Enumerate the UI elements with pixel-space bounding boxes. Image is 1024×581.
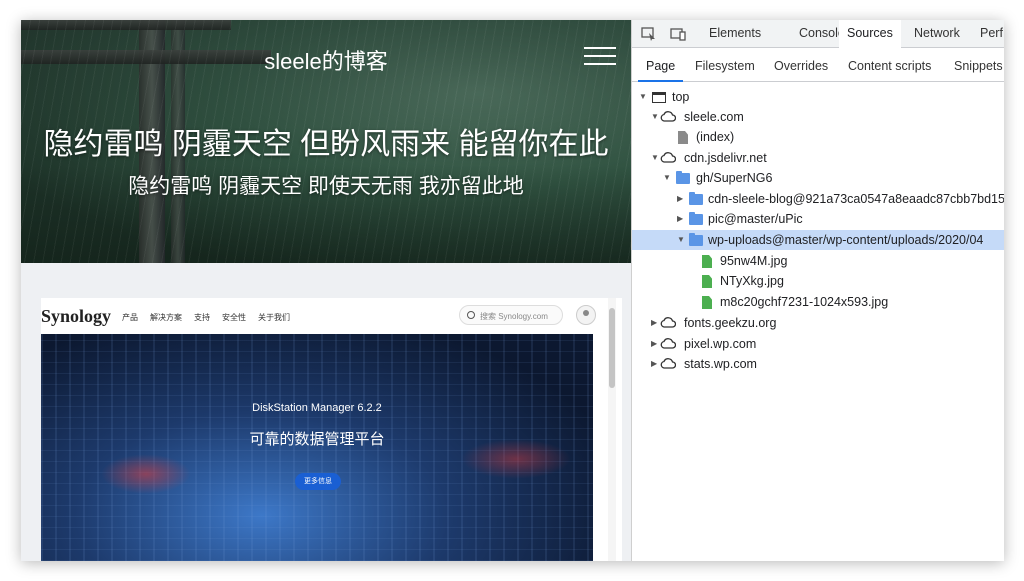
expanded-arrow-icon[interactable]: ▼ [639,87,647,107]
tree-item-image[interactable]: m8c20gchf7231-1024x593.jpg [632,292,1004,312]
synology-logo[interactable]: Synology [41,306,111,327]
frame-icon [652,92,666,103]
tree-item-label: pic@master/uPic [708,212,803,226]
tree-item-domain[interactable]: ▶ fonts.geekzu.org [632,313,1004,333]
tree-item-label: m8c20gchf7231-1024x593.jpg [720,295,889,309]
tab-elements[interactable]: Elements [698,20,772,48]
search-placeholder: 搜索 Synology.com [480,312,548,321]
folder-icon [689,233,703,246]
subtab-content-scripts[interactable]: Content scripts [848,49,931,82]
tree-item-label: stats.wp.com [684,357,757,371]
collapsed-arrow-icon[interactable]: ▶ [651,313,659,333]
tree-item-folder[interactable]: ▼ gh/SuperNG6 [632,168,1004,188]
tree-item-label: (index) [696,130,735,144]
synology-nav-item[interactable]: 安全性 [222,312,246,323]
tree-item-file[interactable]: (index) [632,127,1004,147]
subtab-filesystem[interactable]: Filesystem [695,49,755,82]
collapsed-arrow-icon[interactable]: ▶ [677,189,685,209]
hero-headline: 隐约雷鸣 阴霾天空 但盼风雨来 能留你在此 [43,128,609,161]
expanded-arrow-icon[interactable]: ▼ [651,148,659,168]
collapsed-arrow-icon[interactable]: ▶ [651,334,659,354]
hamburger-menu-icon[interactable] [584,47,616,65]
tree-item-domain[interactable]: ▼ sleele.com [632,107,1004,127]
more-info-button[interactable]: 更多信息 [295,473,341,490]
cloud-icon [660,338,676,349]
synology-nav-item[interactable]: 关于我们 [258,312,290,323]
tab-network[interactable]: Network [914,20,960,48]
screenshot-frame: sleele的博客 隐约雷鸣 阴霾天空 但盼风雨来 能留你在此 隐约雷鸣 阴霾天… [21,20,1004,561]
subtab-snippets[interactable]: Snippets [954,49,1003,82]
tree-item-label: top [672,90,690,104]
synology-search-input[interactable]: 搜索 Synology.com [459,305,563,325]
devtools-toolbar: Elements Console Sources Network Perf [632,20,1004,48]
device-toolbar-icon[interactable] [670,27,686,41]
tree-item-label: wp-uploads@master/wp-content/uploads/202… [708,233,984,247]
page-viewport: sleele的博客 隐约雷鸣 阴霾天空 但盼风雨来 能留你在此 隐约雷鸣 阴霾天… [21,20,631,561]
scrollbar-thumb[interactable] [609,308,615,388]
cloud-icon [660,317,676,328]
tree-item-domain[interactable]: ▶ stats.wp.com [632,354,1004,374]
tab-performance[interactable]: Perf [980,20,1003,48]
collapsed-arrow-icon[interactable]: ▶ [651,354,659,374]
folder-icon [689,212,703,225]
file-icon [678,131,688,144]
synology-navbar: Synology 产品 解决方案 支持 安全性 关于我们 搜索 Synology… [41,298,622,334]
synology-nav-links: 产品 解决方案 支持 安全性 关于我们 [122,312,290,323]
inspect-element-icon[interactable] [641,27,657,41]
tree-item-domain[interactable]: ▼ cdn.jsdelivr.net [632,148,1004,168]
tree-item-folder[interactable]: ▶ cdn-sleele-blog@921a73ca0547a8eaadc87c… [632,189,1004,209]
tree-item-label: fonts.geekzu.org [684,316,777,330]
tree-item-folder[interactable]: ▶ pic@master/uPic [632,209,1004,229]
synology-nav-item[interactable]: 支持 [194,312,210,323]
tree-item-label: NTyXkg.jpg [720,274,784,288]
search-icon [467,311,475,319]
blog-hero: sleele的博客 隐约雷鸣 阴霾天空 但盼风雨来 能留你在此 隐约雷鸣 阴霾天… [21,20,631,263]
user-avatar-icon[interactable] [576,305,596,325]
tree-item-image[interactable]: 95nw4M.jpg [632,251,1004,271]
cloud-icon [660,358,676,369]
synology-screenshot: Synology 产品 解决方案 支持 安全性 关于我们 搜索 Synology… [41,298,622,561]
tree-item-image[interactable]: NTyXkg.jpg [632,271,1004,291]
folder-icon [676,171,690,184]
image-file-icon [702,296,712,309]
synology-nav-item[interactable]: 产品 [122,312,138,323]
folder-icon [689,192,703,205]
tree-item-folder-selected[interactable]: ▼ wp-uploads@master/wp-content/uploads/2… [632,230,1004,250]
tree-item-top[interactable]: ▼ top [632,87,1004,107]
expanded-arrow-icon[interactable]: ▼ [663,168,671,188]
expanded-arrow-icon[interactable]: ▼ [651,107,659,127]
hero-subheadline: 隐约雷鸣 阴霾天空 即使天无雨 我亦留此地 [128,175,524,198]
tree-item-label: 95nw4M.jpg [720,254,788,268]
banner-glow [101,454,191,494]
expanded-arrow-icon[interactable]: ▼ [677,230,685,250]
product-name: DiskStation Manager 6.2.2 [252,402,382,414]
scrollbar[interactable] [608,298,616,561]
image-file-icon [702,255,712,268]
subtab-page[interactable]: Page [638,49,684,82]
tree-item-label: sleele.com [684,110,744,124]
tree-item-label: cdn.jsdelivr.net [684,151,767,165]
cloud-icon [660,152,676,163]
synology-nav-item[interactable]: 解决方案 [150,312,182,323]
tree-item-domain[interactable]: ▶ pixel.wp.com [632,334,1004,354]
blog-title[interactable]: sleele的博客 [21,44,631,76]
tree-item-label: pixel.wp.com [684,337,757,351]
product-slogan: 可靠的数据管理平台 [249,431,385,448]
dsm-banner: DiskStation Manager 6.2.2 可靠的数据管理平台 更多信息 [41,334,593,561]
tree-item-label: cdn-sleele-blog@921a73ca0547a8eaadc87cbb… [708,192,1004,206]
tree-item-label: gh/SuperNG6 [696,171,773,185]
cloud-icon [660,111,676,122]
image-file-icon [702,275,712,288]
sources-subtabs: Page Filesystem Overrides Content script… [632,49,1004,82]
tab-sources[interactable]: Sources [839,20,901,48]
subtab-overrides[interactable]: Overrides [774,49,828,82]
devtools-panel: Elements Console Sources Network Perf Pa… [631,20,1004,561]
collapsed-arrow-icon[interactable]: ▶ [677,209,685,229]
